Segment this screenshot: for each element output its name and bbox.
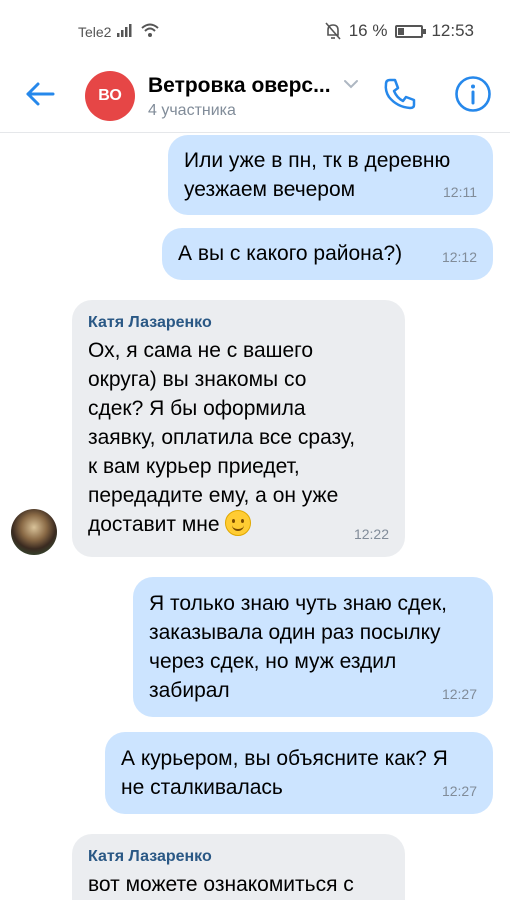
smiling-face-icon [225, 510, 252, 536]
chat-title[interactable]: Ветровка оверс... [148, 74, 331, 98]
battery-icon [395, 24, 427, 38]
back-arrow-icon[interactable] [22, 76, 58, 112]
message-time: 12:11 [443, 184, 477, 200]
wifi-icon [141, 23, 159, 37]
message-time: 12:12 [441, 249, 477, 265]
battery-percent: 16 % [348, 21, 388, 40]
chevron-down-icon[interactable] [343, 78, 359, 90]
status-right: 16 % 12:53 [325, 21, 474, 41]
message-bubble-outgoing[interactable]: А вы с какого района?) 12:12 [162, 228, 493, 280]
sender-name[interactable]: Катя Лазаренко [88, 312, 389, 334]
sender-name[interactable]: Катя Лазаренко [88, 846, 389, 868]
message-time: 12:27 [441, 686, 477, 702]
message-time: 12:27 [441, 783, 477, 799]
message-bubble-incoming[interactable]: Катя Лазаренко вот можете ознакомиться с [72, 834, 405, 900]
message-bubble-outgoing[interactable]: Я только знаю чуть знаю сдек, заказывала… [133, 577, 493, 717]
message-bubble-outgoing[interactable]: А курьером, вы объясните как? Я не сталк… [105, 732, 493, 814]
mute-bell-icon [325, 22, 341, 40]
message-list[interactable]: Или уже в пн, тк в деревню уезжаем вечер… [0, 133, 510, 900]
message-time: 12:22 [353, 526, 389, 542]
phone-icon[interactable] [381, 75, 419, 113]
message-text: Или уже в пн, тк в деревню уезжаем вечер… [184, 149, 451, 201]
message-bubble-outgoing[interactable]: Или уже в пн, тк в деревню уезжаем вечер… [168, 135, 493, 215]
status-bar: Tele2 16 % 12:53 [0, 0, 510, 60]
message-text: Я только знаю чуть знаю сдек, заказывала… [149, 592, 447, 702]
chat-avatar[interactable]: ВО [85, 71, 135, 121]
message-text: А вы с какого района?) [178, 242, 403, 265]
carrier-label: Tele2 [78, 24, 112, 40]
info-icon[interactable] [453, 74, 493, 114]
participants-count: 4 участника [148, 102, 236, 119]
signal-icon [117, 24, 132, 37]
chat-header: ВО Ветровка оверс... 4 участника [0, 60, 510, 133]
message-text: Ох, я сама не с вашего округа) вы знаком… [88, 339, 356, 536]
clock: 12:53 [431, 21, 474, 40]
message-text: А курьером, вы объясните как? Я не сталк… [121, 747, 448, 799]
message-bubble-incoming[interactable]: Катя Лазаренко Ох, я сама не с вашего ок… [72, 300, 405, 557]
sender-avatar[interactable] [11, 509, 57, 555]
message-text: вот можете ознакомиться с [88, 873, 354, 896]
